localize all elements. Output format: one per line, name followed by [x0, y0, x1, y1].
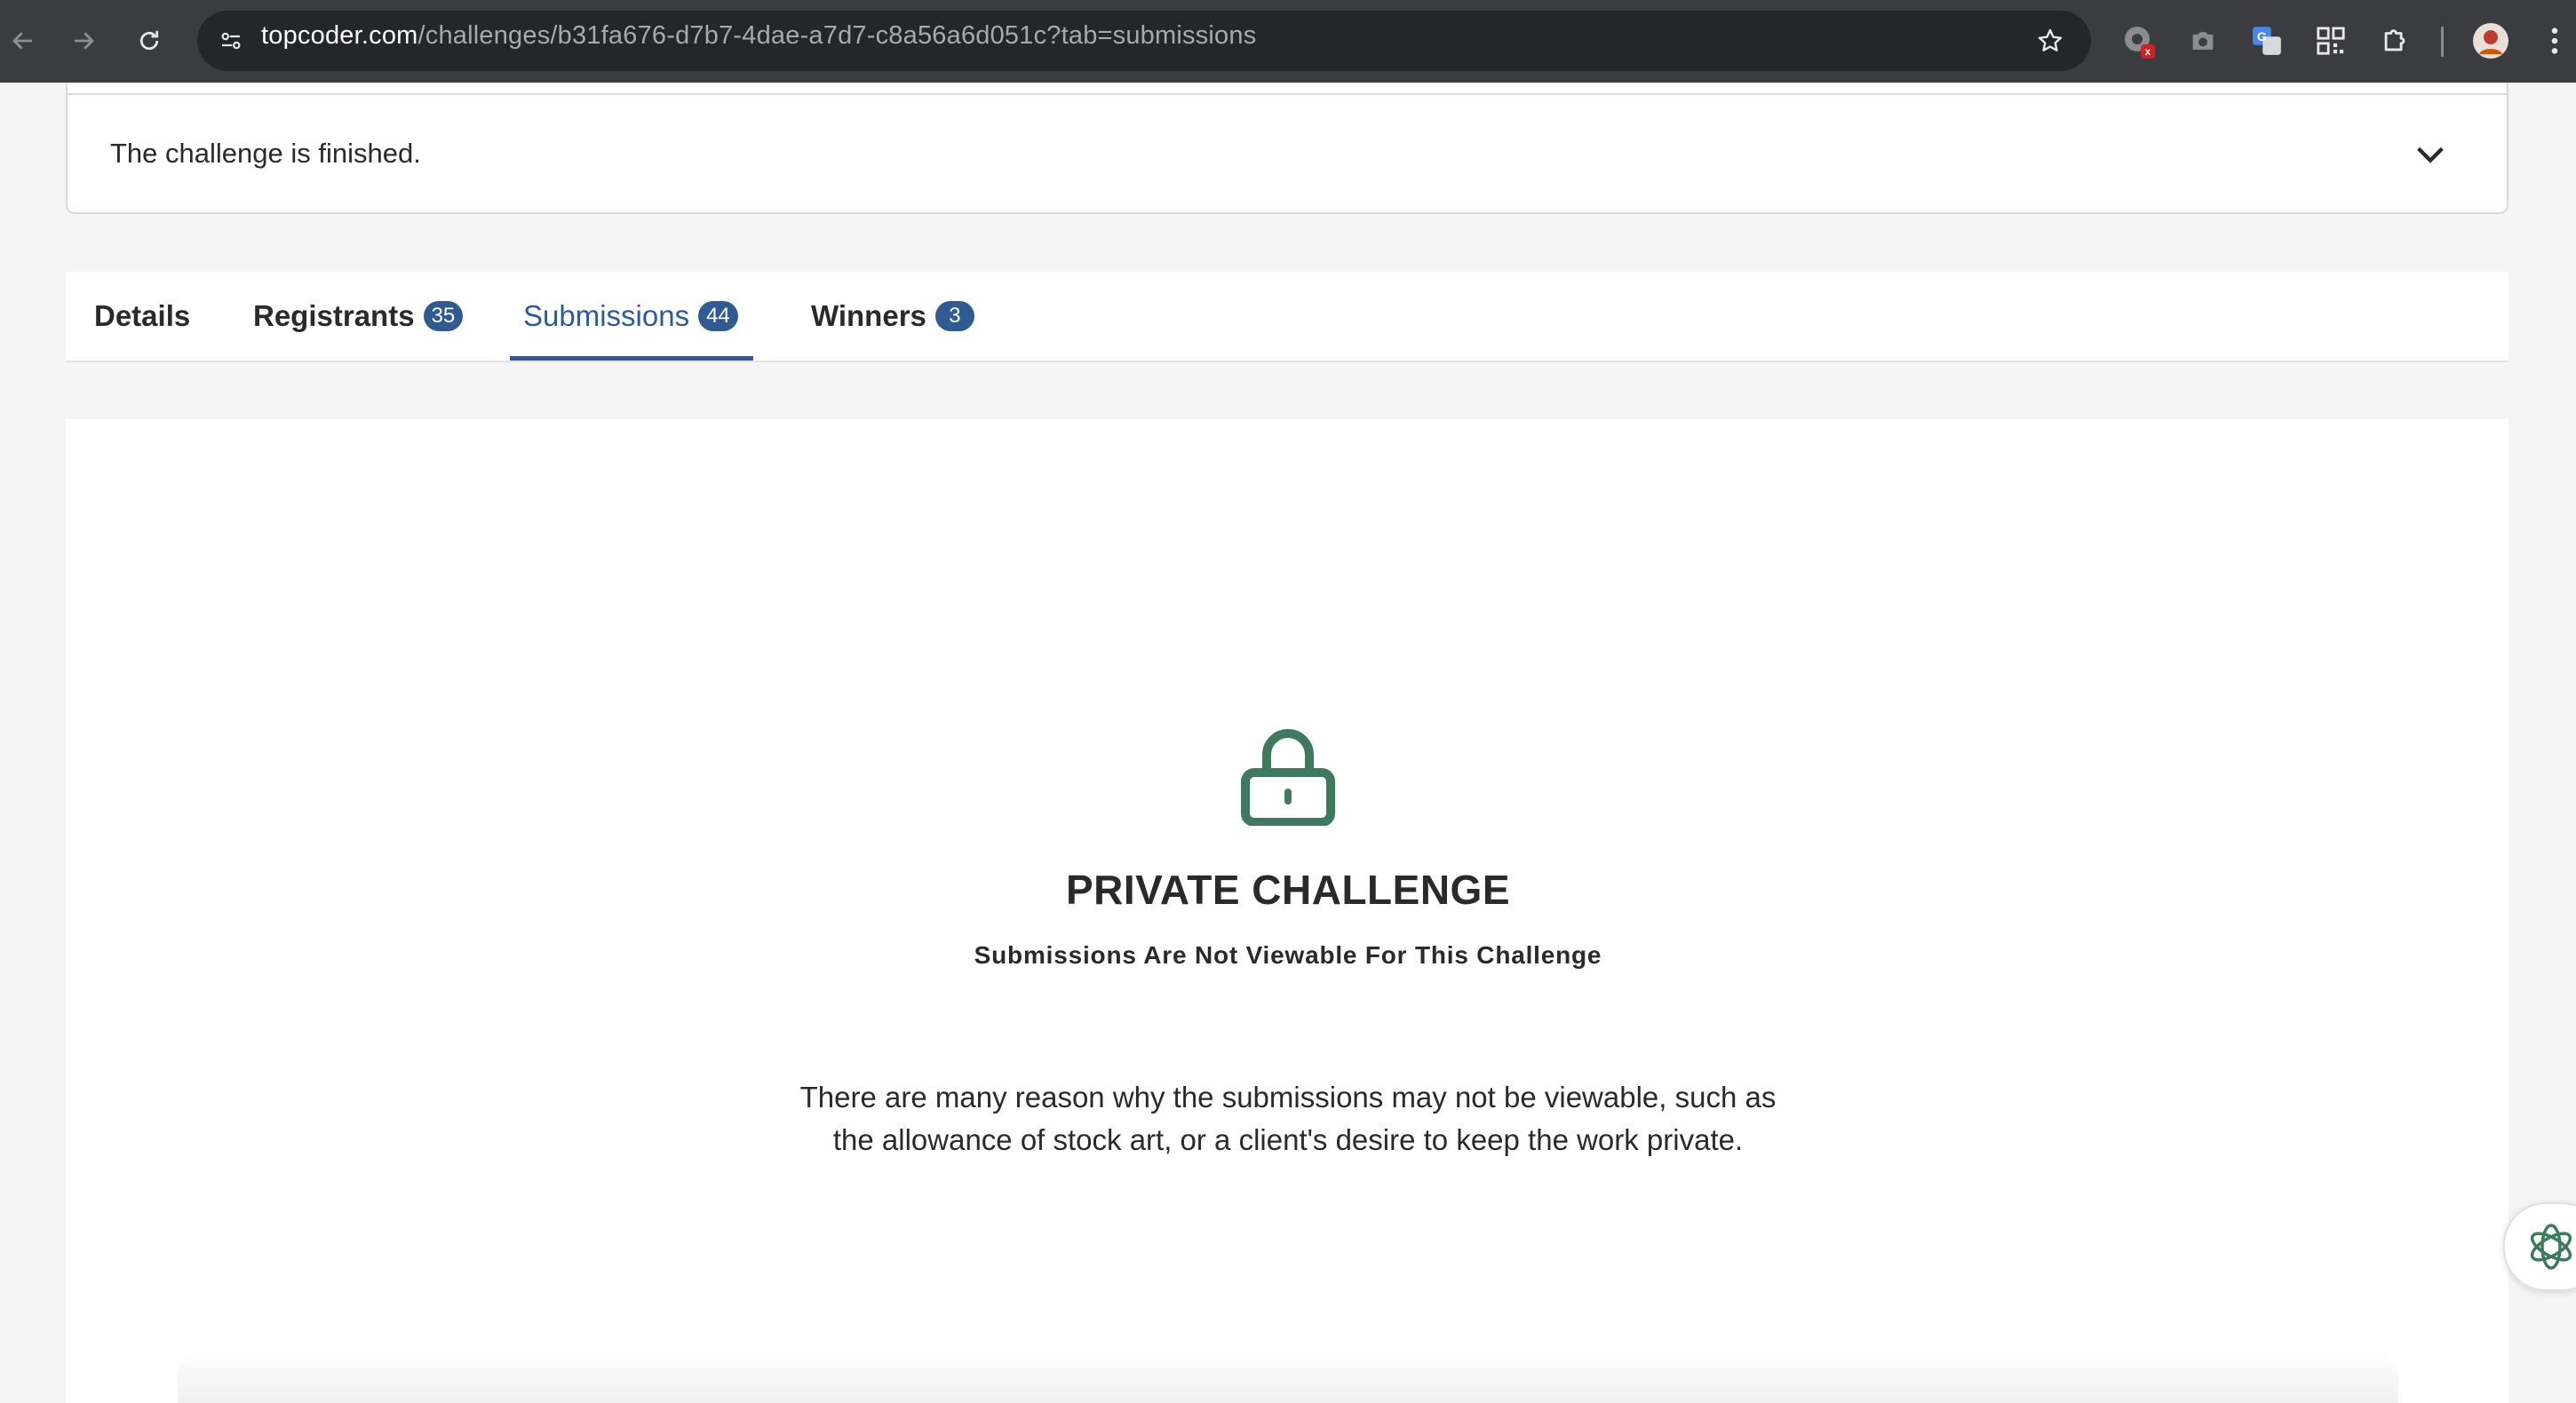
count-badge: 3 — [934, 301, 974, 331]
lock-icon — [1241, 729, 1335, 826]
puzzle-icon[interactable] — [2373, 20, 2416, 62]
translate-icon[interactable]: G — [2246, 20, 2288, 62]
extension-icon[interactable]: x — [2118, 20, 2160, 62]
challenge-status-panel: The challenge is finished. — [66, 83, 2508, 214]
count-badge: 35 — [423, 301, 464, 331]
tab-winners[interactable]: Winners 3 — [811, 272, 974, 361]
assistant-icon — [2530, 1224, 2572, 1270]
profile-avatar[interactable] — [2469, 20, 2512, 62]
divider — [68, 93, 2507, 95]
description-text: There are many reason why the submission… — [799, 1081, 1777, 1156]
tab-submissions[interactable]: Submissions 44 — [523, 272, 738, 361]
status-text: The challenge is finished. — [110, 138, 421, 169]
active-tab-indicator — [510, 356, 753, 361]
assistant-button[interactable] — [2503, 1202, 2576, 1291]
challenge-tabs: Details Registrants 35 Submissions 44 Wi… — [66, 272, 2508, 362]
menu-icon[interactable] — [2533, 20, 2576, 62]
chevron-down-icon[interactable] — [2413, 137, 2448, 172]
tab-label: Winners — [811, 299, 926, 332]
svg-text:x: x — [2145, 45, 2151, 58]
star-icon[interactable] — [2029, 20, 2071, 62]
camera-icon[interactable] — [2182, 20, 2224, 62]
svg-text:G: G — [2257, 30, 2267, 44]
qr-code-icon[interactable] — [2310, 20, 2352, 62]
page-title: PRIVATE CHALLENGE — [1065, 867, 1511, 913]
url-text: topcoder.com/challenges/b31fa676-d7b7-4d… — [261, 21, 1256, 51]
page-subtitle: Submissions Are Not Viewable For This Ch… — [974, 941, 1602, 969]
browser-toolbar: topcoder.com/challenges/b31fa676-d7b7-4d… — [0, 0, 2576, 83]
reload-icon[interactable] — [126, 18, 172, 64]
tab-registrants[interactable]: Registrants 35 — [253, 272, 464, 361]
back-icon[interactable] — [0, 18, 46, 64]
tab-label: Registrants — [253, 299, 415, 332]
toolbar-divider — [2441, 27, 2444, 57]
site-settings-icon[interactable] — [210, 20, 252, 62]
tab-details[interactable]: Details — [94, 272, 190, 361]
tab-label: Details — [94, 299, 191, 332]
forward-icon[interactable] — [60, 18, 107, 64]
tab-label: Submissions — [523, 299, 690, 332]
url-domain: topcoder.com — [261, 21, 418, 50]
card-shadow — [178, 1350, 2398, 1403]
count-badge: 44 — [698, 301, 738, 331]
url-path: /challenges/b31fa676-d7b7-4dae-a7d7-c8a5… — [417, 21, 1257, 50]
